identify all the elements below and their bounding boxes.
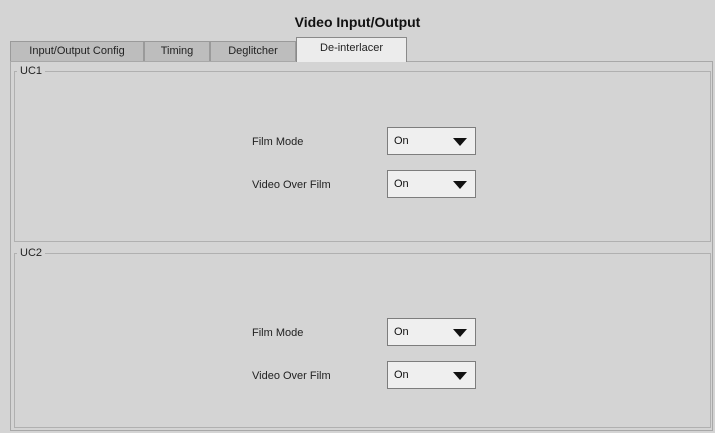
triangle-down-icon: [453, 372, 467, 380]
group-uc2-legend: UC2: [20, 247, 43, 259]
uc2-film-mode-select[interactable]: On: [387, 318, 476, 346]
triangle-down-icon: [453, 329, 467, 337]
group-uc1: UC1 Film Mode On Video Over Film On: [14, 65, 711, 242]
triangle-down-icon: [453, 181, 467, 189]
uc1-film-mode-value: On: [394, 135, 409, 147]
tab-de-interlacer[interactable]: De-interlacer: [296, 37, 407, 62]
uc2-video-over-film-select[interactable]: On: [387, 361, 476, 389]
uc1-film-mode-select[interactable]: On: [387, 127, 476, 155]
tab-timing[interactable]: Timing: [144, 41, 210, 61]
uc1-video-over-film-label: Video Over Film: [252, 179, 331, 191]
uc2-film-mode-value: On: [394, 326, 409, 338]
group-uc2: UC2 Film Mode On Video Over Film On: [14, 247, 711, 428]
uc1-video-over-film-select[interactable]: On: [387, 170, 476, 198]
uc1-film-mode-label: Film Mode: [252, 136, 304, 148]
uc1-video-over-film-value: On: [394, 178, 409, 190]
triangle-down-icon: [453, 138, 467, 146]
uc2-video-over-film-label: Video Over Film: [252, 370, 331, 382]
group-uc1-legend: UC1: [20, 65, 43, 77]
uc2-film-mode-label: Film Mode: [252, 327, 304, 339]
tab-content-panel: UC1 Film Mode On Video Over Film On UC2 …: [10, 61, 713, 431]
window-title: Video Input/Output: [294, 14, 421, 30]
tab-deglitcher[interactable]: Deglitcher: [210, 41, 296, 61]
tab-input-output-config[interactable]: Input/Output Config: [10, 41, 144, 61]
uc2-video-over-film-value: On: [394, 369, 409, 381]
